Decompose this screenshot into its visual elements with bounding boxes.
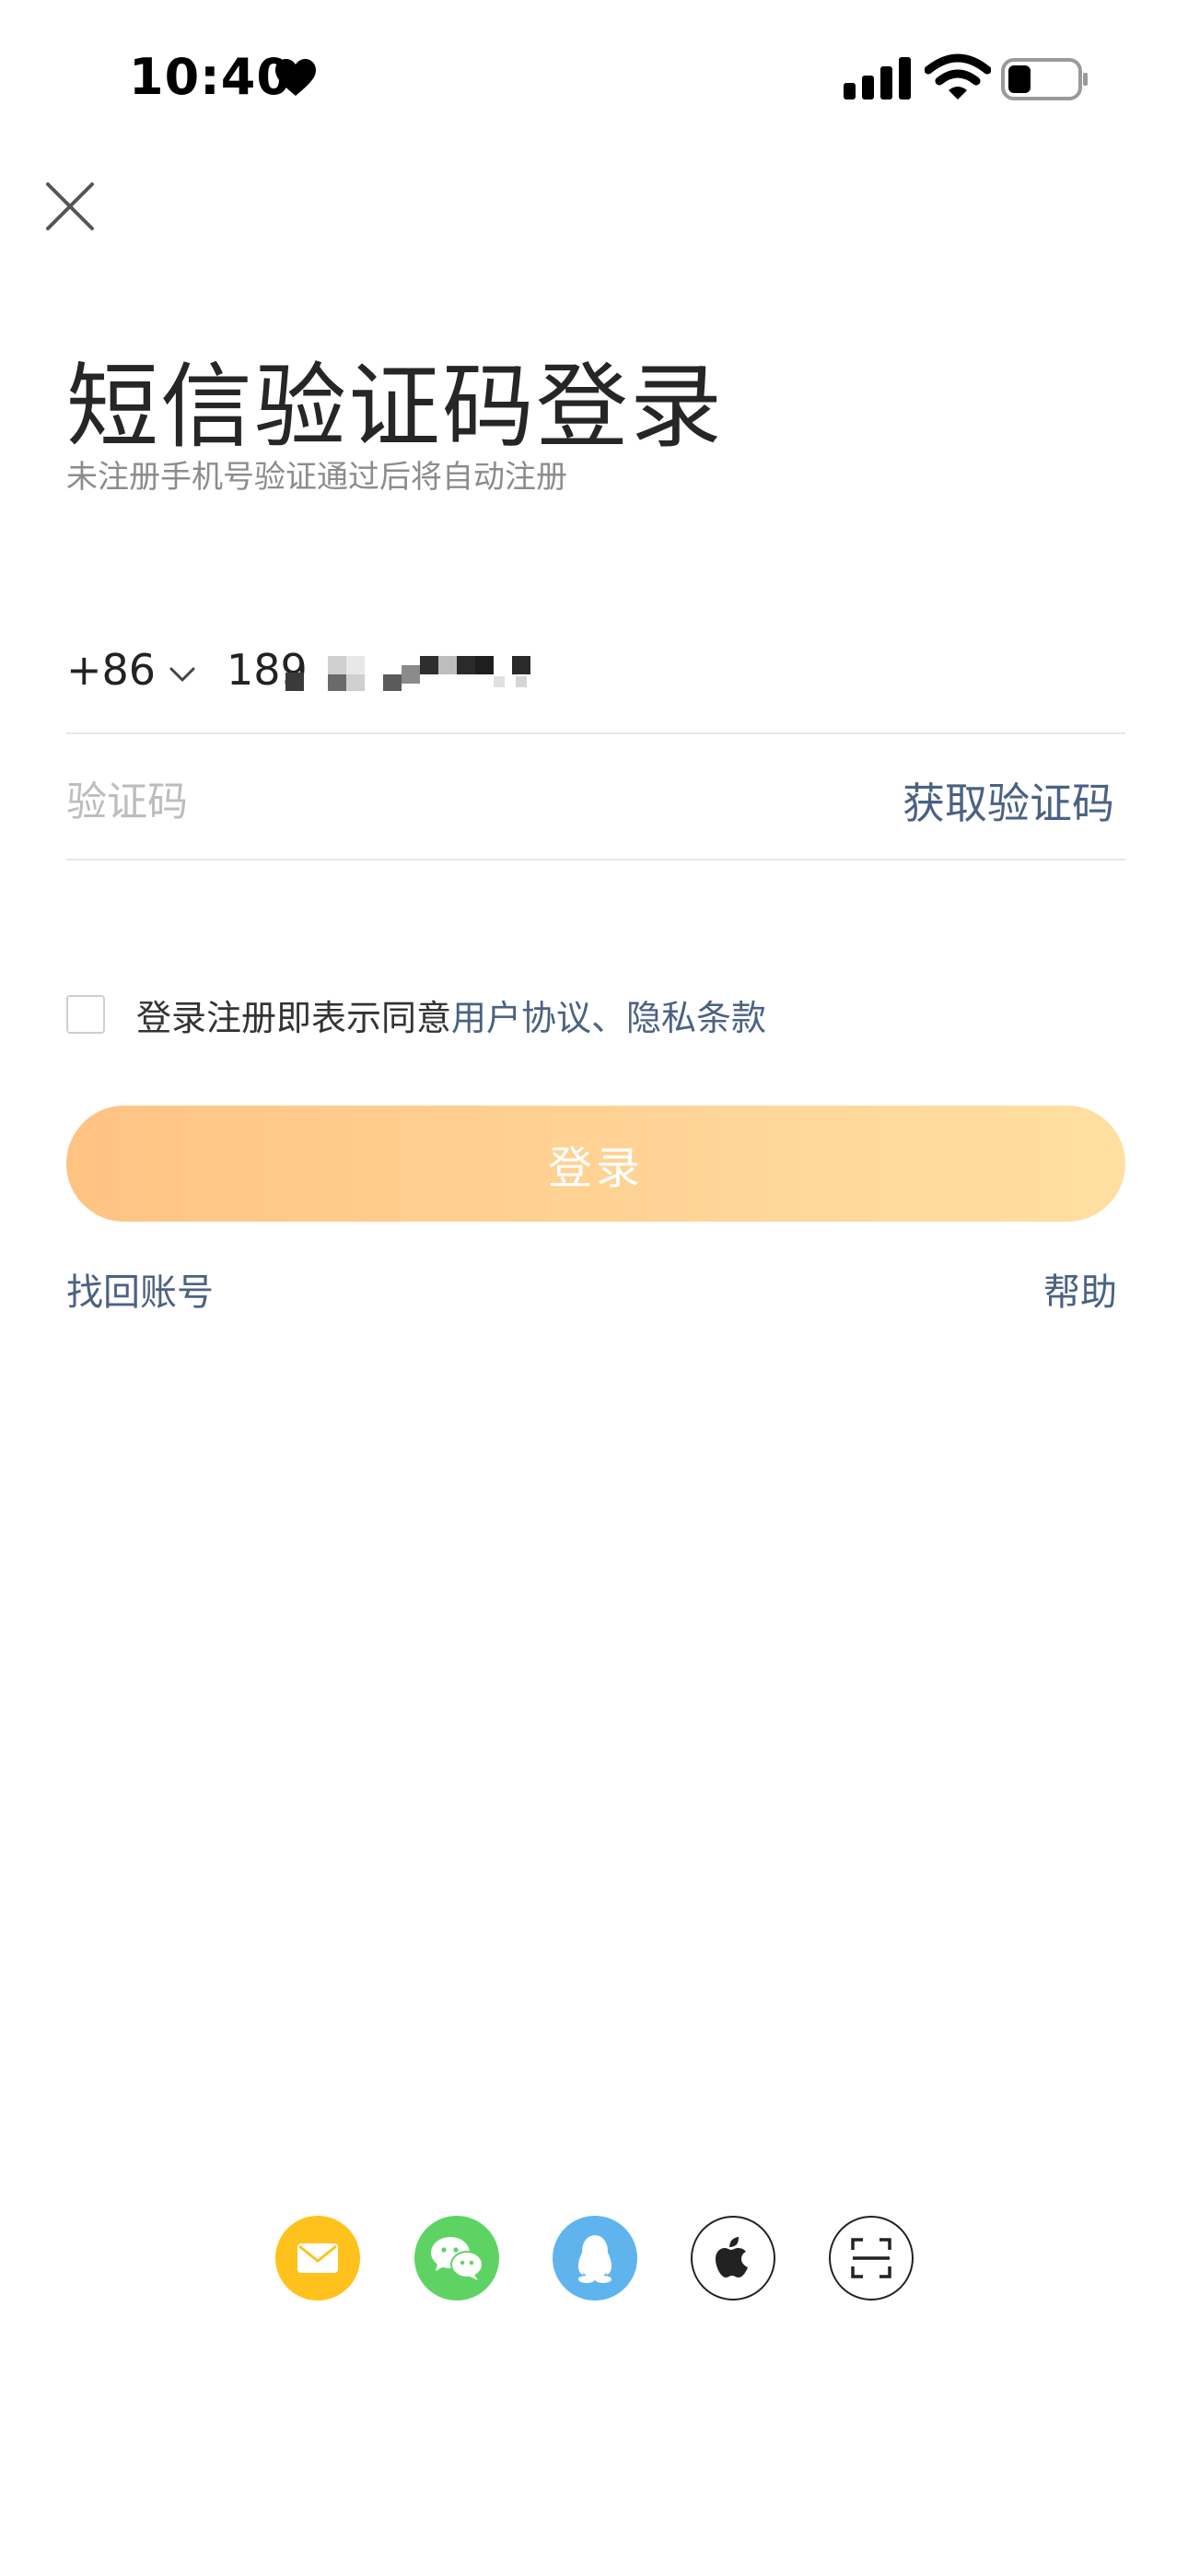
privacy-policy-link[interactable]: 隐私条款	[626, 998, 766, 1038]
signal-icon	[844, 57, 911, 100]
qq-login-button[interactable]	[553, 2216, 637, 2301]
get-code-button[interactable]: 获取验证码	[903, 770, 1114, 831]
wifi-icon	[925, 53, 991, 100]
battery-icon	[1001, 58, 1088, 100]
user-agreement-link[interactable]: 用户协议	[451, 998, 591, 1038]
page-subtitle: 未注册手机号验证通过后将自动注册	[66, 459, 567, 496]
help-link[interactable]: 帮助	[1043, 1262, 1117, 1316]
agreement-prefix: 登录注册即表示同意	[136, 998, 452, 1038]
verification-code-input[interactable]	[66, 765, 821, 838]
phone-field-underline	[66, 732, 1125, 734]
wechat-icon	[431, 2237, 483, 2280]
page-title: 短信验证码登录	[66, 353, 724, 461]
mail-icon	[297, 2243, 338, 2273]
apple-icon	[716, 2237, 748, 2277]
status-time: 10:40	[129, 48, 292, 106]
heart-icon	[275, 59, 316, 96]
scan-login-button[interactable]	[829, 2216, 914, 2301]
redacted-phone-digits	[285, 656, 530, 691]
agreement-separator: 、	[591, 998, 627, 1038]
wechat-login-button[interactable]	[414, 2216, 499, 2301]
scan-icon	[851, 2238, 891, 2278]
find-account-link[interactable]: 找回账号	[66, 1262, 214, 1316]
login-button[interactable]: 登录	[66, 1106, 1125, 1222]
apple-login-button[interactable]	[691, 2216, 775, 2301]
agreement-text: 登录注册即表示同意用户协议、隐私条款	[136, 989, 766, 1040]
chevron-down-icon[interactable]	[168, 660, 197, 689]
country-code-selector[interactable]: +86	[66, 645, 156, 695]
close-icon[interactable]	[44, 181, 96, 232]
agreement-checkbox[interactable]	[66, 995, 105, 1034]
code-field-underline	[66, 859, 1125, 861]
mail-login-button[interactable]	[275, 2216, 360, 2301]
qq-icon	[577, 2235, 612, 2283]
